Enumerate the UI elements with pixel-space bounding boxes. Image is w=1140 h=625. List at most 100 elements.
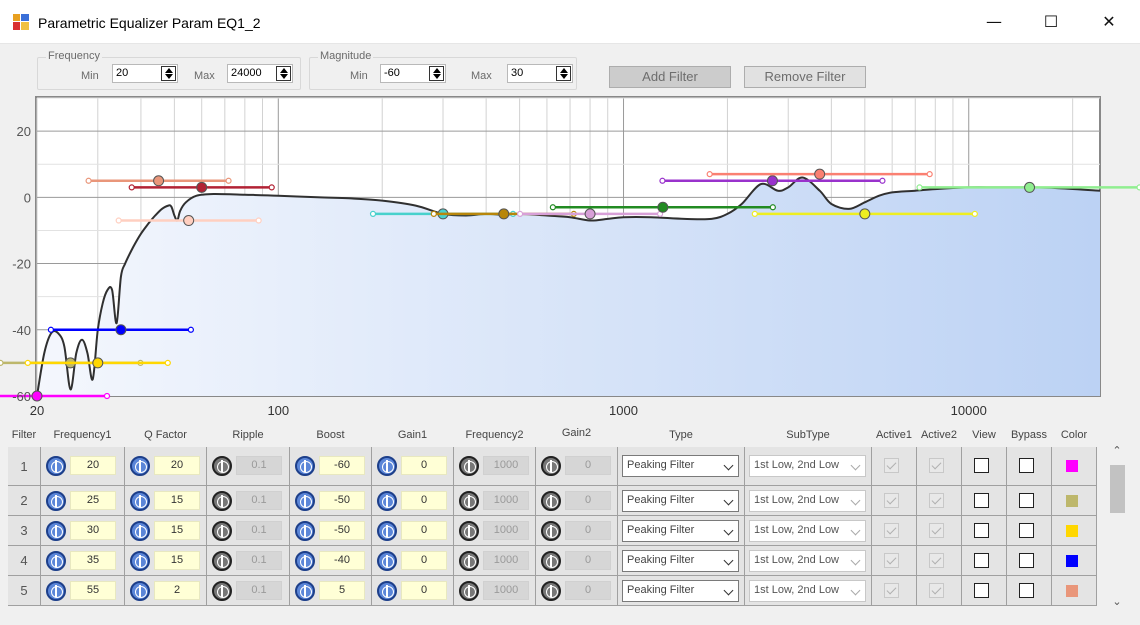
q-field[interactable]: 15 <box>154 491 200 510</box>
bandwidth-handle[interactable] <box>255 217 262 224</box>
knob-icon[interactable] <box>377 581 397 601</box>
knob-icon[interactable] <box>541 456 561 476</box>
knob-icon[interactable] <box>459 551 479 571</box>
bandwidth-handle[interactable] <box>268 184 275 191</box>
filter-handle[interactable] <box>584 208 596 220</box>
knob-icon[interactable] <box>212 456 232 476</box>
knob-icon[interactable] <box>130 551 150 571</box>
bandwidth-handle[interactable] <box>0 359 4 366</box>
knob-icon[interactable] <box>377 491 397 511</box>
knob-icon[interactable] <box>295 521 315 541</box>
scrollbar-thumb[interactable] <box>1110 465 1125 513</box>
bandwidth-handle[interactable] <box>516 210 524 217</box>
q-field[interactable]: 2 <box>154 581 200 600</box>
knob-icon[interactable] <box>130 456 150 476</box>
filter-handle[interactable] <box>115 324 127 336</box>
row-number[interactable]: 5 <box>8 576 41 606</box>
bandwidth-handle[interactable] <box>751 210 758 217</box>
type-dropdown[interactable]: Peaking Filter <box>622 490 739 512</box>
freq1-field[interactable]: 30 <box>70 521 116 540</box>
knob-icon[interactable] <box>295 581 315 601</box>
bandwidth-handle[interactable] <box>103 392 111 400</box>
filter-handle[interactable] <box>92 357 104 369</box>
boost-field[interactable]: -40 <box>319 551 365 570</box>
view-checkbox[interactable] <box>974 493 989 508</box>
gain1-field[interactable]: 0 <box>401 581 447 600</box>
knob-icon[interactable] <box>459 456 479 476</box>
bypass-checkbox[interactable] <box>1019 523 1034 538</box>
subtype-dropdown[interactable]: 1st Low, 2nd Low <box>749 490 866 512</box>
knob-icon[interactable] <box>130 521 150 541</box>
knob-icon[interactable] <box>295 551 315 571</box>
knob-icon[interactable] <box>459 581 479 601</box>
type-dropdown[interactable]: Peaking Filter <box>622 580 739 602</box>
knob-icon[interactable] <box>130 581 150 601</box>
knob-icon[interactable] <box>377 521 397 541</box>
filter-handle[interactable] <box>153 175 165 187</box>
knob-icon[interactable] <box>46 521 66 541</box>
bandwidth-handle[interactable] <box>659 177 666 184</box>
type-dropdown[interactable]: Peaking Filter <box>622 455 739 477</box>
filter-handle[interactable] <box>498 208 510 220</box>
freq1-field[interactable]: 35 <box>70 551 116 570</box>
scroll-up-icon[interactable]: ⌃ <box>1111 445 1123 457</box>
bandwidth-handle[interactable] <box>164 359 171 366</box>
view-checkbox[interactable] <box>974 458 989 473</box>
knob-icon[interactable] <box>541 491 561 511</box>
eq-response-chart[interactable]: 20 100 1000 10000 20 0 -20 -40 -60 <box>0 44 1140 429</box>
filter-handle[interactable] <box>814 168 826 180</box>
view-checkbox[interactable] <box>974 553 989 568</box>
bandwidth-handle[interactable] <box>706 171 713 178</box>
knob-icon[interactable] <box>130 491 150 511</box>
knob-icon[interactable] <box>46 456 66 476</box>
row-number[interactable]: 2 <box>8 486 41 516</box>
knob-icon[interactable] <box>212 581 232 601</box>
grid-scrollbar[interactable]: ⌃ ⌄ <box>1106 441 1129 614</box>
type-dropdown[interactable]: Peaking Filter <box>622 550 739 572</box>
view-checkbox[interactable] <box>974 583 989 598</box>
gain1-field[interactable]: 0 <box>401 551 447 570</box>
minimize-button[interactable]: — <box>965 0 1023 44</box>
knob-icon[interactable] <box>459 521 479 541</box>
bypass-checkbox[interactable] <box>1019 583 1034 598</box>
color-swatch[interactable] <box>1066 495 1078 507</box>
bandwidth-handle[interactable] <box>115 217 122 224</box>
filter-handle[interactable] <box>31 390 43 402</box>
scroll-down-icon[interactable]: ⌄ <box>1111 596 1123 608</box>
bypass-checkbox[interactable] <box>1019 553 1034 568</box>
gain1-field[interactable]: 0 <box>401 491 447 510</box>
bandwidth-handle[interactable] <box>85 177 92 184</box>
bandwidth-handle[interactable] <box>549 204 556 211</box>
knob-icon[interactable] <box>377 551 397 571</box>
bandwidth-handle[interactable] <box>369 210 377 217</box>
q-field[interactable]: 15 <box>154 521 200 540</box>
subtype-dropdown[interactable]: 1st Low, 2nd Low <box>749 455 866 477</box>
knob-icon[interactable] <box>212 521 232 541</box>
q-field[interactable]: 20 <box>154 456 200 475</box>
bypass-checkbox[interactable] <box>1019 493 1034 508</box>
q-field[interactable]: 15 <box>154 551 200 570</box>
knob-icon[interactable] <box>541 551 561 571</box>
boost-field[interactable]: -50 <box>319 521 365 540</box>
filter-handle[interactable] <box>196 181 208 193</box>
bandwidth-handle[interactable] <box>916 184 923 191</box>
subtype-dropdown[interactable]: 1st Low, 2nd Low <box>749 580 866 602</box>
bandwidth-handle[interactable] <box>430 210 437 217</box>
knob-icon[interactable] <box>295 456 315 476</box>
filter-handle[interactable] <box>766 175 778 187</box>
knob-icon[interactable] <box>459 491 479 511</box>
knob-icon[interactable] <box>46 491 66 511</box>
knob-icon[interactable] <box>46 581 66 601</box>
close-button[interactable]: ✕ <box>1080 0 1138 44</box>
color-swatch[interactable] <box>1066 555 1078 567</box>
color-swatch[interactable] <box>1066 585 1078 597</box>
gain1-field[interactable]: 0 <box>401 456 447 475</box>
freq1-field[interactable]: 20 <box>70 456 116 475</box>
knob-icon[interactable] <box>212 551 232 571</box>
bandwidth-handle[interactable] <box>24 359 31 366</box>
filter-handle[interactable] <box>1024 181 1036 193</box>
subtype-dropdown[interactable]: 1st Low, 2nd Low <box>749 520 866 542</box>
boost-field[interactable]: -60 <box>319 456 365 475</box>
row-number[interactable]: 3 <box>8 516 41 546</box>
type-dropdown[interactable]: Peaking Filter <box>622 520 739 542</box>
